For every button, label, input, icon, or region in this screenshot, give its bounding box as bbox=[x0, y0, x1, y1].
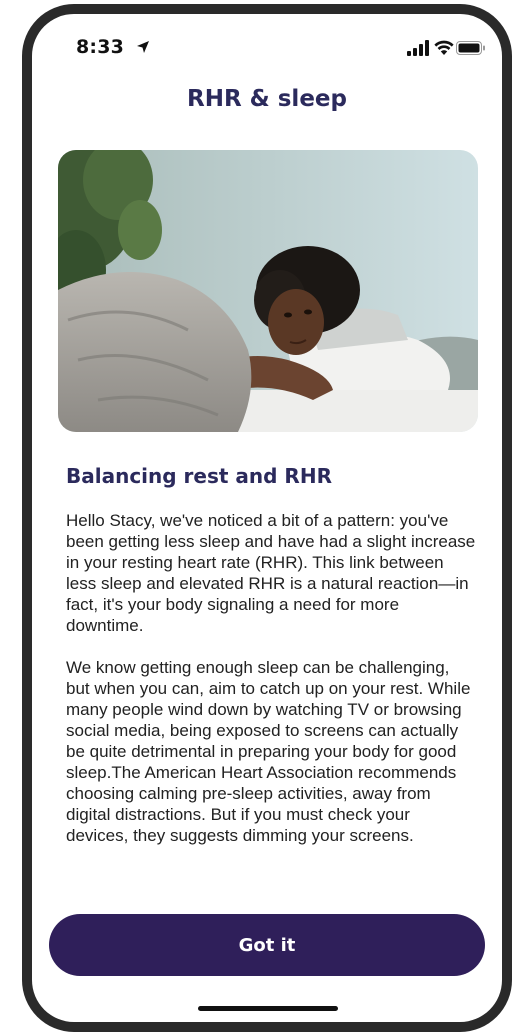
article-heading: Balancing rest and RHR bbox=[66, 464, 332, 488]
location-arrow-icon bbox=[137, 41, 149, 53]
status-time: 8:33 bbox=[76, 36, 125, 58]
wifi-icon bbox=[434, 40, 454, 55]
battery-icon bbox=[456, 41, 485, 55]
home-indicator[interactable] bbox=[198, 1006, 338, 1011]
page-title: RHR & sleep bbox=[187, 86, 347, 112]
article-body[interactable]: Hello Stacy, we've noticed a bit of a pa… bbox=[66, 510, 476, 922]
screen: 8:33 RHR & sleep Balancing rest and RHR … bbox=[32, 14, 502, 1022]
cellular-signal-icon bbox=[407, 40, 429, 56]
hero-image bbox=[58, 150, 478, 432]
got-it-button[interactable]: Got it bbox=[49, 914, 485, 976]
article-paragraph: Hello Stacy, we've noticed a bit of a pa… bbox=[66, 511, 476, 635]
article-paragraph: We know getting enough sleep can be chal… bbox=[66, 658, 471, 845]
phone-frame: 8:33 RHR & sleep Balancing rest and RHR … bbox=[22, 4, 512, 1032]
status-bar: 8:33 bbox=[32, 14, 502, 68]
woman-resting-in-bed-photo bbox=[58, 150, 478, 432]
